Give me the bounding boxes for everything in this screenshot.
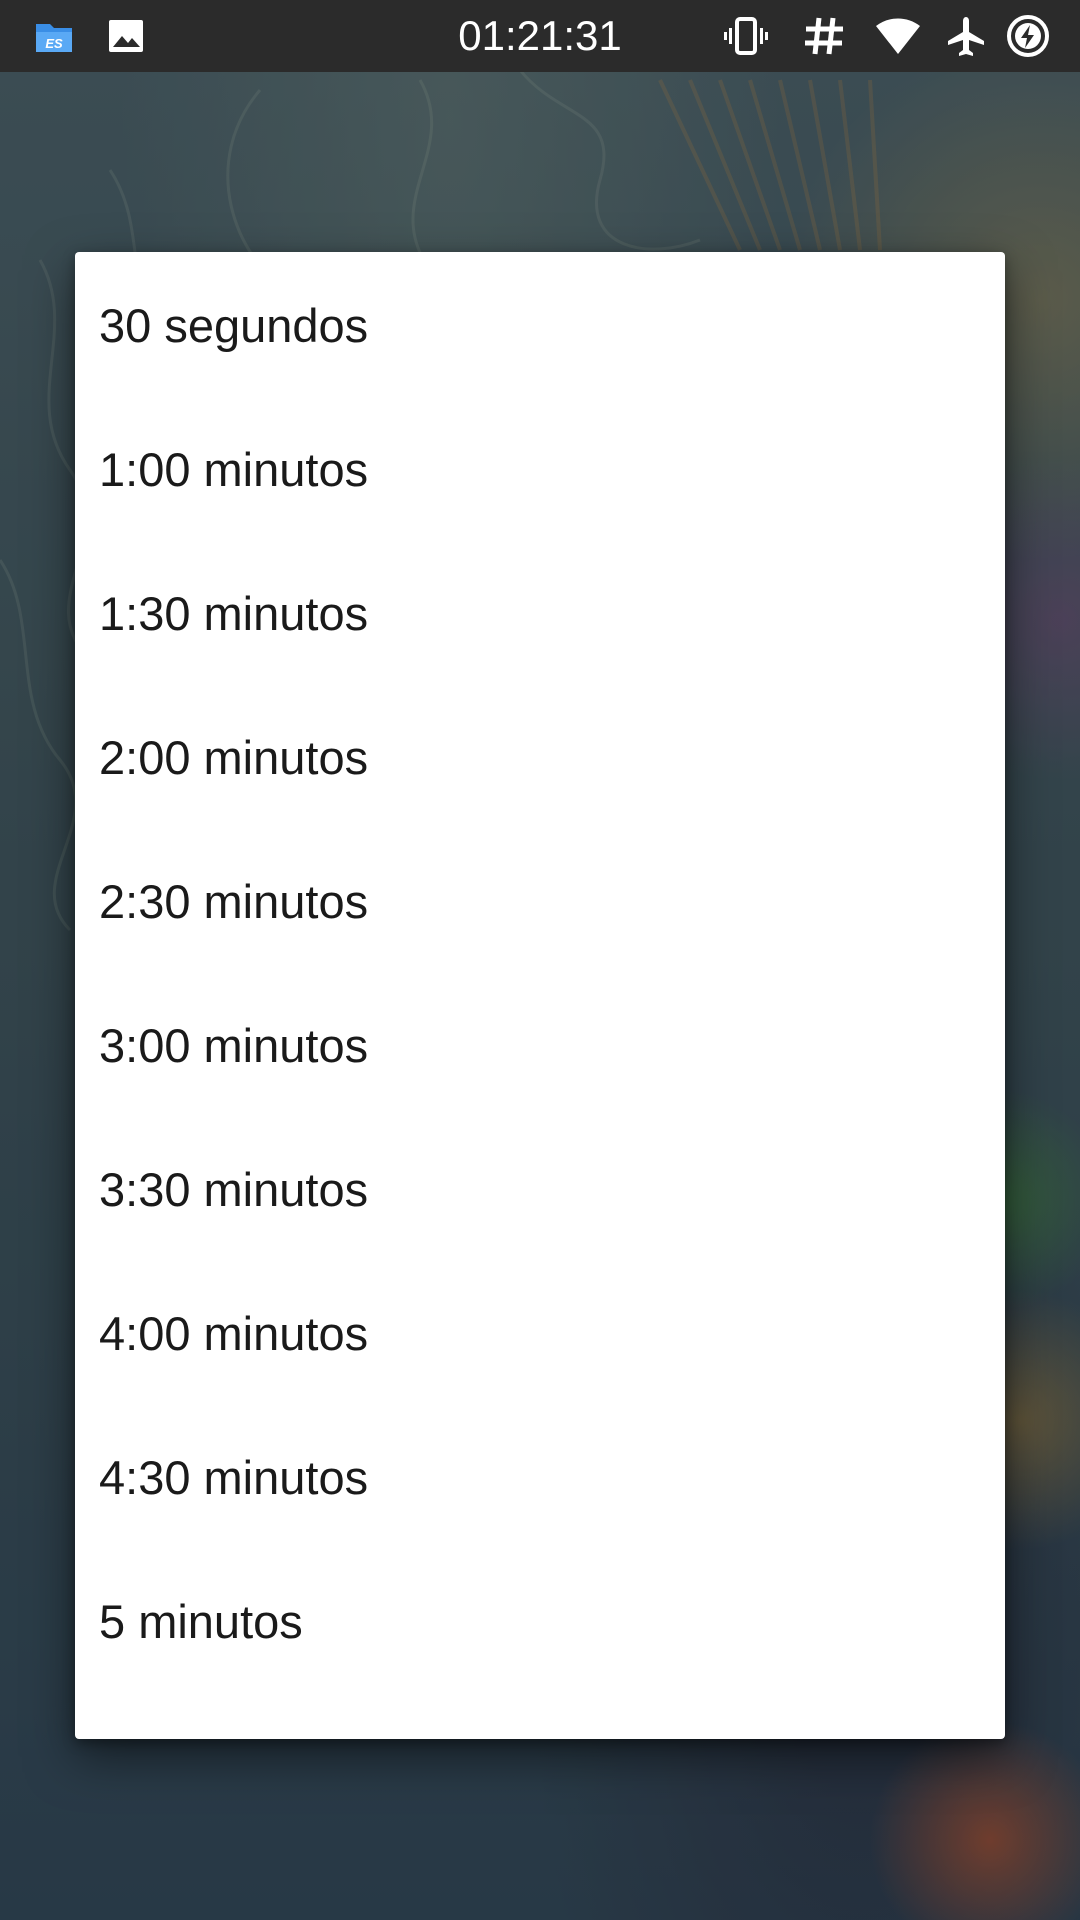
battery-charging-icon xyxy=(1006,14,1050,58)
option-3-30-minutos[interactable]: 3:30 minutos xyxy=(75,1117,1005,1261)
option-4-00-minutos[interactable]: 4:00 minutos xyxy=(75,1261,1005,1405)
timeout-picker-dialog: 30 segundos 1:00 minutos 1:30 minutos 2:… xyxy=(75,252,1005,1739)
option-2-30-minutos[interactable]: 2:30 minutos xyxy=(75,829,1005,973)
hash-icon xyxy=(802,14,846,58)
option-3-00-minutos[interactable]: 3:00 minutos xyxy=(75,973,1005,1117)
status-bar: ES 01:21:31 xyxy=(0,0,1080,72)
option-30-segundos[interactable]: 30 segundos xyxy=(75,253,1005,397)
option-1-30-minutos[interactable]: 1:30 minutos xyxy=(75,541,1005,685)
vibrate-icon xyxy=(724,14,768,58)
wifi-icon xyxy=(876,14,920,58)
option-list: 30 segundos 1:00 minutos 1:30 minutos 2:… xyxy=(75,252,1005,1693)
option-1-00-minutos[interactable]: 1:00 minutos xyxy=(75,397,1005,541)
option-4-30-minutos[interactable]: 4:30 minutos xyxy=(75,1405,1005,1549)
option-5-minutos[interactable]: 5 minutos xyxy=(75,1549,1005,1693)
airplane-mode-icon xyxy=(944,14,988,58)
option-2-00-minutos[interactable]: 2:00 minutos xyxy=(75,685,1005,829)
